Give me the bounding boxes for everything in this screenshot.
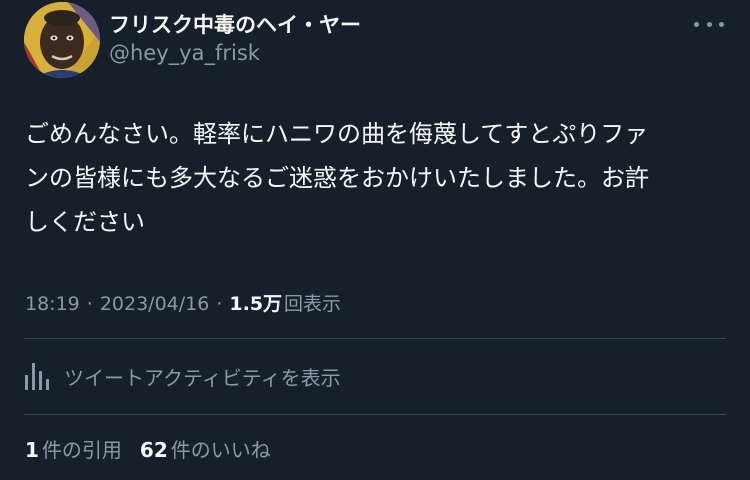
tweet-text-line: ごめんなさい。軽率にハニワの曲を侮蔑してすとぷりファ — [25, 120, 649, 148]
tweet-meta: 18:19 · 2023/04/16 · 1.5万 回表示 — [25, 289, 341, 316]
quotes-count: 1 — [25, 438, 39, 462]
tweet-activity-label: ツイートアクティビティを表示 — [64, 365, 341, 390]
tweet-text-line: ンの皆様にも多大なるご迷惑をおかけいたしました。お許 — [25, 164, 649, 192]
likes-count: 62 — [139, 438, 168, 462]
analytics-icon — [25, 363, 49, 390]
likes-label: 件のいいね — [170, 438, 271, 462]
tweet-date[interactable]: 2023/04/16 — [100, 293, 210, 315]
quotes-label: 件の引用 — [41, 438, 122, 462]
tweet-time[interactable]: 18:19 — [25, 293, 80, 315]
more-dot-icon — [706, 21, 712, 27]
avatar-image — [24, 2, 100, 78]
author-display-name[interactable]: フリスク中毒のヘイ・ヤー — [109, 9, 361, 39]
views-count: 1.5万 — [229, 293, 283, 315]
meta-separator: · — [216, 293, 223, 315]
author-handle[interactable]: @hey_ya_frisk — [109, 41, 260, 65]
more-dot-icon — [719, 21, 724, 27]
divider — [24, 338, 726, 339]
more-options-button[interactable] — [694, 12, 724, 36]
quotes-stat[interactable]: 1 件の引用 — [25, 434, 122, 463]
views-label: 回表示 — [284, 293, 342, 315]
divider — [24, 414, 726, 415]
engagement-stats: 1 件の引用 62 件のいいね — [25, 434, 271, 463]
tweet-text-line: しください — [25, 208, 145, 236]
likes-stat[interactable]: 62 件のいいね — [140, 434, 271, 463]
more-dot-icon — [694, 21, 699, 27]
tweet-activity-button[interactable]: ツイートアクティビティを表示 — [24, 358, 341, 394]
avatar[interactable] — [24, 2, 100, 78]
tweet-text: ごめんなさい。軽率にハニワの曲を侮蔑してすとぷりファ ンの皆様にも多大なるご迷惑… — [25, 112, 725, 244]
meta-separator: · — [86, 293, 93, 315]
